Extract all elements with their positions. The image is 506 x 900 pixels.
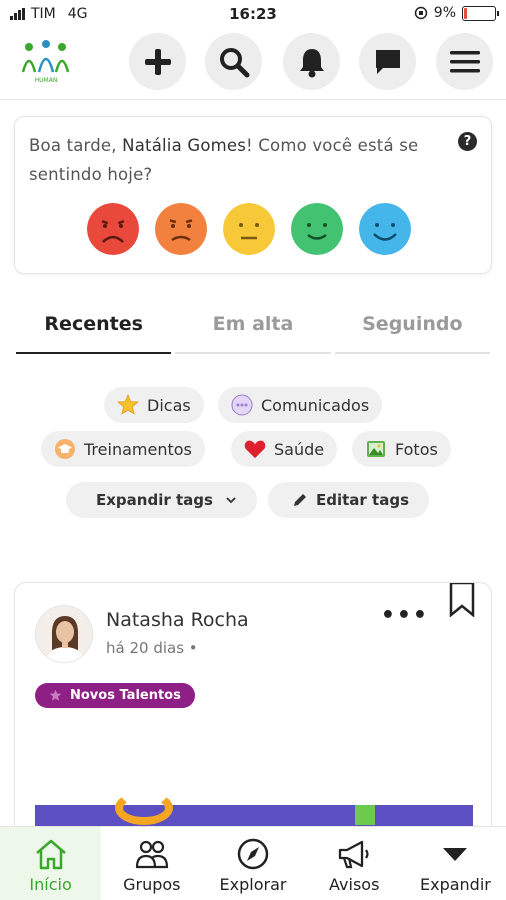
- heart-icon: [244, 438, 266, 460]
- home-icon: [35, 839, 66, 870]
- nav-avisos[interactable]: Avisos: [304, 827, 405, 900]
- menu-icon: [449, 50, 480, 72]
- tab-seguindo[interactable]: Seguindo: [334, 300, 490, 354]
- nav-label: Explorar: [219, 875, 287, 894]
- nav-expandir[interactable]: Expandir: [405, 827, 506, 900]
- tag-label: Comunicados: [261, 395, 370, 415]
- battery-percent: 9%: [433, 5, 456, 21]
- chat-icon: [375, 49, 400, 74]
- tag-treinamentos[interactable]: Treinamentos: [41, 431, 205, 467]
- pencil-icon: [294, 494, 306, 506]
- svg-text:HUMAN: HUMAN: [35, 77, 58, 84]
- tag-label: Saúde: [274, 439, 325, 459]
- mood-neutral-button[interactable]: [223, 203, 275, 255]
- app-logo[interactable]: HUMAN: [18, 36, 74, 86]
- menu-button[interactable]: [436, 33, 493, 90]
- megaphone-icon: [339, 840, 369, 869]
- more-options-button[interactable]: •••: [381, 603, 429, 628]
- nav-grupos[interactable]: Grupos: [101, 827, 202, 900]
- bottom-nav: Início Grupos Explorar Avisos Expandir: [0, 826, 506, 900]
- top-bar: HUMAN: [0, 30, 506, 100]
- help-icon[interactable]: ?: [458, 132, 477, 151]
- mood-happy-button[interactable]: [291, 203, 343, 255]
- tag-saude[interactable]: Saúde: [231, 431, 338, 467]
- star-icon: [117, 394, 139, 416]
- status-bar: TIM 4G 16:23 9%: [0, 0, 506, 30]
- messages-button[interactable]: [359, 33, 416, 90]
- photo-icon: [365, 438, 387, 460]
- tag-label: Treinamentos: [84, 439, 192, 459]
- tag-fotos[interactable]: Fotos: [352, 431, 451, 467]
- edit-tags-button[interactable]: Editar tags: [268, 482, 429, 518]
- compass-icon: [237, 838, 269, 870]
- tag-label: Dicas: [147, 395, 191, 415]
- plus-icon: [144, 48, 171, 75]
- expand-tags-button[interactable]: Expandir tags: [66, 482, 257, 518]
- mood-sad-button[interactable]: [155, 203, 207, 255]
- battery-level: [464, 7, 467, 19]
- orientation-lock-icon: [414, 6, 428, 20]
- bell-icon: [299, 48, 324, 77]
- mood-very-sad-button[interactable]: [87, 203, 139, 255]
- search-button[interactable]: [205, 33, 262, 90]
- bookmark-icon[interactable]: [447, 582, 477, 617]
- avatar[interactable]: [35, 605, 93, 663]
- groups-icon: [135, 840, 168, 869]
- create-post-button[interactable]: [129, 33, 186, 90]
- feed-tabs: Recentes Em alta Seguindo: [14, 300, 492, 354]
- battery-icon: [462, 5, 499, 21]
- search-icon: [219, 47, 249, 77]
- nav-explorar[interactable]: Explorar: [202, 827, 303, 900]
- speech-bubble-icon: [231, 394, 253, 416]
- post-author[interactable]: Natasha Rocha: [106, 609, 249, 631]
- nav-label: Avisos: [329, 875, 380, 894]
- mood-very-happy-button[interactable]: [359, 203, 411, 255]
- graduation-icon: [54, 438, 76, 460]
- tab-em-alta[interactable]: Em alta: [175, 300, 331, 354]
- nav-label: Início: [29, 875, 72, 894]
- tag-dicas[interactable]: Dicas: [104, 387, 204, 423]
- edit-tags-label: Editar tags: [316, 491, 409, 509]
- mood-question: Boa tarde, Natália Gomes! Como você está…: [29, 131, 439, 189]
- nav-inicio[interactable]: Início: [0, 827, 102, 900]
- expand-tags-label: Expandir tags: [96, 491, 213, 509]
- tag-comunicados[interactable]: Comunicados: [218, 387, 383, 423]
- star-icon: [49, 689, 62, 701]
- post-time: há 20 dias •: [106, 639, 198, 657]
- triangle-down-icon: [443, 848, 468, 861]
- chevron-down-icon: [226, 497, 236, 504]
- post-tag-label: Novos Talentos: [70, 688, 181, 703]
- post-tag-novos-talentos[interactable]: Novos Talentos: [35, 683, 195, 708]
- notifications-button[interactable]: [283, 33, 340, 90]
- greeting-prefix: Boa tarde,: [29, 136, 123, 155]
- nav-label: Expandir: [419, 875, 491, 894]
- tag-label: Fotos: [395, 439, 438, 459]
- mood-card: Boa tarde, Natália Gomes! Como você está…: [14, 116, 492, 274]
- user-name: Natália Gomes: [122, 136, 247, 155]
- mood-options: [87, 203, 411, 255]
- nav-label: Grupos: [123, 875, 181, 894]
- tab-recentes[interactable]: Recentes: [16, 300, 172, 354]
